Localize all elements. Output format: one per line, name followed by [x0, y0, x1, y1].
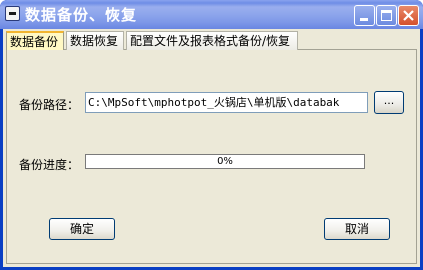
ok-button[interactable]: 确定	[49, 218, 115, 240]
maximize-icon	[381, 10, 392, 21]
tab-data-restore[interactable]: 数据恢复	[66, 31, 124, 50]
minimize-icon	[360, 18, 368, 21]
tab-data-backup[interactable]: 数据备份	[6, 31, 64, 50]
backup-progress-label: 备份进度：	[19, 158, 80, 172]
tab-config-backup-restore[interactable]: 配置文件及报表格式备份/恢复	[126, 31, 298, 50]
close-icon	[403, 10, 414, 21]
backup-path-input[interactable]: C:\MpSoft\mphotpot_火锅店\单机版\databak	[85, 92, 368, 113]
tab-label: 配置文件及报表格式备份/恢复	[130, 34, 291, 48]
dialog-window: 数据备份、恢复 数据备份 数据恢复 配置文件及报表格式备份/恢复 备份路径： C…	[0, 0, 423, 270]
window-title: 数据备份、恢复	[25, 6, 138, 24]
progress-percent: 0%	[217, 156, 233, 167]
close-button[interactable]	[398, 5, 419, 26]
title-bar[interactable]: 数据备份、恢复	[0, 0, 423, 29]
backup-progress-bar: 0%	[85, 154, 365, 169]
dialog-client-area: 数据备份 数据恢复 配置文件及报表格式备份/恢复 备份路径： C:\MpSoft…	[3, 29, 420, 267]
tab-label: 数据恢复	[70, 34, 119, 48]
cancel-button[interactable]: 取消	[324, 218, 390, 240]
tab-label: 数据备份	[10, 35, 59, 49]
minimize-button[interactable]	[354, 5, 375, 26]
system-menu-icon[interactable]	[5, 6, 20, 21]
backup-path-label: 备份路径：	[19, 98, 80, 112]
system-menu-glyph	[9, 12, 16, 15]
maximize-button[interactable]	[376, 5, 397, 26]
browse-button[interactable]: ...	[374, 91, 404, 114]
